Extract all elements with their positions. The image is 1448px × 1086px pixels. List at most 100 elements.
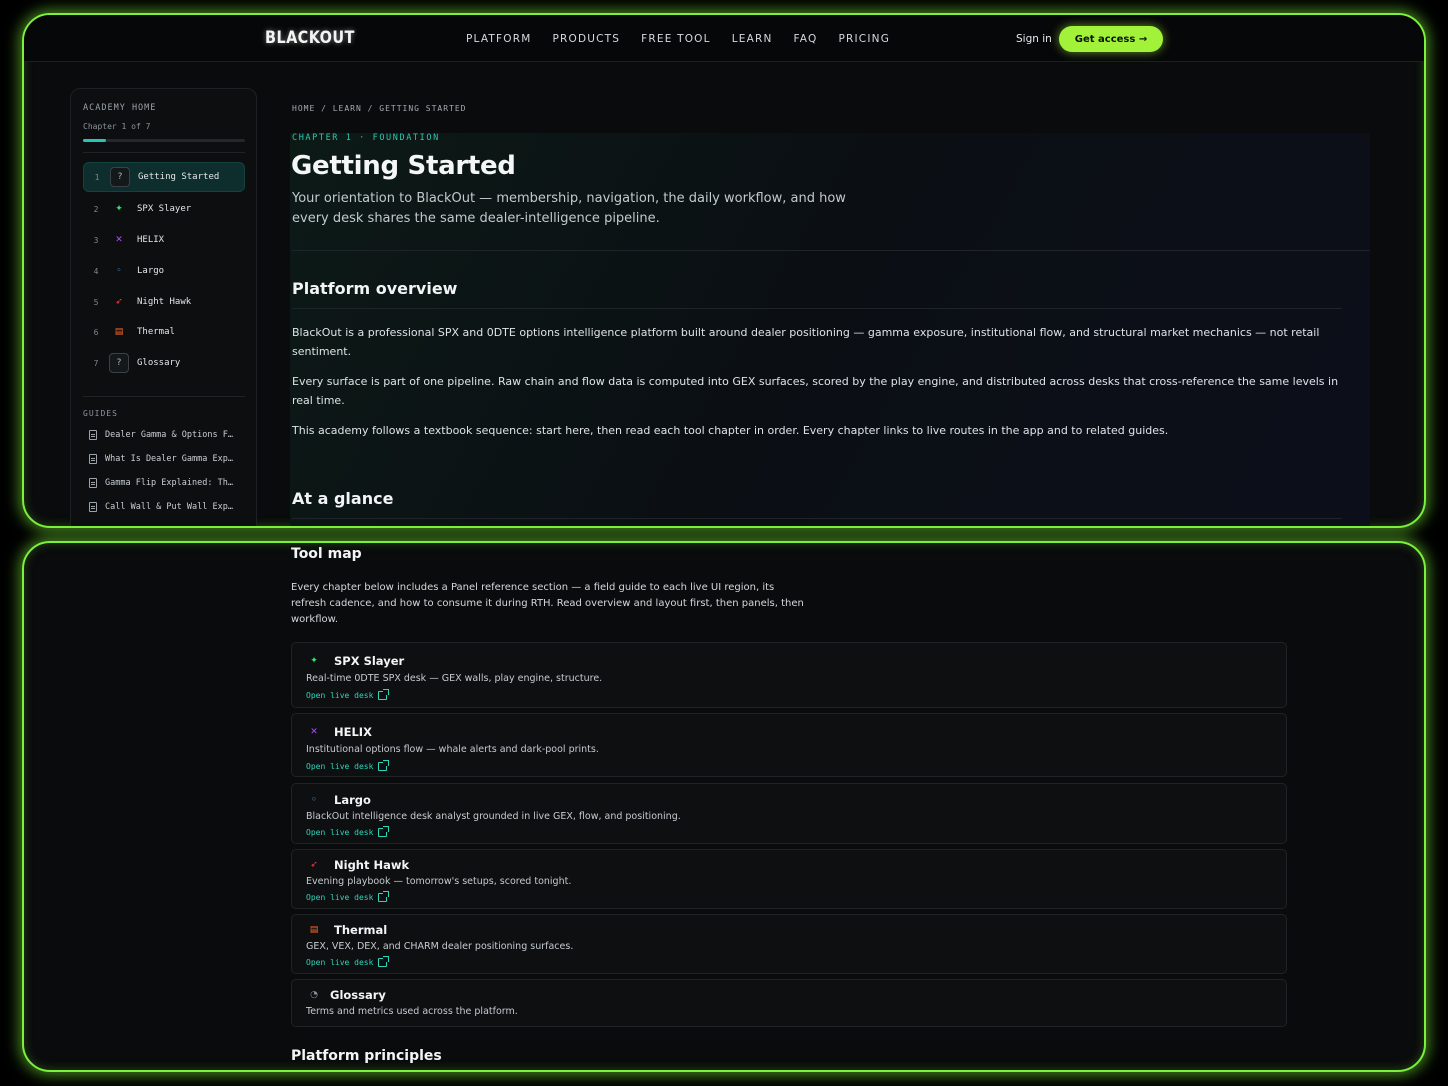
academy-sidebar: ACADEMY HOME Chapter 1 of 7 1 ? Getting … (70, 88, 257, 526)
guides-heading: GUIDES (83, 409, 118, 418)
night-hawk-icon: ➶ (310, 860, 318, 870)
guide-label: Gamma Flip Explained: Th… (105, 478, 233, 488)
tool-card-description: BlackOut intelligence desk analyst groun… (306, 811, 681, 822)
chapter-label: Getting Started (138, 172, 220, 182)
chapter-label: Largo (137, 266, 165, 276)
bottom-viewport-frame: Tool map Every chapter below includes a … (22, 541, 1426, 1072)
divider (292, 518, 1342, 519)
chapter-number: 5 (93, 297, 99, 307)
link-label: Open live desk (306, 691, 374, 700)
section-heading-tool-map: Tool map (291, 546, 362, 562)
helix-icon: ✕ (115, 235, 123, 245)
nav-platform[interactable]: PLATFORM (466, 33, 531, 45)
tool-card-spx-slayer: ✦ SPX Slayer Real-time 0DTE SPX desk — GE… (291, 642, 1287, 708)
chapter-item-largo[interactable]: 4 ◦ Largo (83, 256, 245, 286)
chapter-number: 3 (93, 235, 99, 245)
top-navigation: BLACKOUT PLATFORM PRODUCTS FREE TOOL LEA… (24, 15, 1424, 62)
chapter-label: HELIX (137, 235, 165, 245)
tool-card-title: Night Hawk (334, 858, 410, 872)
guide-link[interactable]: Call Wall & Put Wall Exp… (89, 502, 249, 512)
nav-products[interactable]: PRODUCTS (552, 33, 620, 45)
get-access-button[interactable]: Get access → (1059, 26, 1163, 52)
tool-card-helix: ✕ HELIX Institutional options flow — whal… (291, 713, 1287, 777)
spx-slayer-icon: ✦ (310, 656, 318, 666)
thermal-icon: ▤ (309, 925, 319, 935)
chapter-item-glossary[interactable]: 7 ? Glossary (83, 348, 245, 378)
tool-card-title: HELIX (334, 725, 372, 739)
tool-card-title: Largo (334, 793, 371, 807)
tool-map-intro: Every chapter below includes a Panel ref… (291, 582, 804, 625)
helix-icon: ✕ (310, 727, 318, 737)
nav-links: PLATFORM PRODUCTS FREE TOOL LEARN FAQ PR… (466, 33, 911, 45)
guide-label: Call Wall & Put Wall Exp… (105, 502, 233, 512)
document-icon (89, 430, 97, 440)
paragraph: BlackOut is a professional SPX and 0DTE … (292, 326, 1320, 358)
nav-free-tool[interactable]: FREE TOOL (641, 33, 711, 45)
tool-card-description: GEX, VEX, DEX, and CHARM dealer position… (306, 941, 574, 952)
guide-label: What Is Dealer Gamma Exp… (105, 454, 233, 464)
divider (83, 396, 245, 397)
breadcrumb[interactable]: HOME / LEARN / GETTING STARTED (292, 104, 467, 113)
open-live-desk-link[interactable]: Open live desk (306, 826, 390, 837)
document-icon (89, 478, 97, 488)
chapter-number: 1 (94, 172, 100, 182)
chapter-number: 4 (93, 266, 99, 276)
question-icon: ? (110, 167, 130, 187)
external-link-icon (378, 689, 390, 700)
tool-card-thermal: ▤ Thermal GEX, VEX, DEX, and CHARM dealer… (291, 914, 1287, 974)
divider (292, 308, 1342, 309)
external-link-icon (378, 956, 390, 967)
guide-label: Dealer Gamma & Options F… (105, 430, 233, 440)
guide-link[interactable]: Gamma Flip Explained: Th… (89, 478, 249, 488)
chapter-progress-fill (83, 139, 106, 142)
top-viewport-frame: BLACKOUT PLATFORM PRODUCTS FREE TOOL LEA… (22, 13, 1426, 528)
document-icon (89, 502, 97, 512)
nav-faq[interactable]: FAQ (794, 33, 818, 45)
tool-card-largo: ◦ Largo BlackOut intelligence desk analys… (291, 783, 1287, 844)
document-icon (89, 454, 97, 464)
chapter-item-getting-started[interactable]: 1 ? Getting Started (83, 162, 245, 192)
night-hawk-icon: ➶ (115, 297, 123, 307)
chapter-number: 2 (93, 204, 99, 214)
guide-link[interactable]: What Is Dealer Gamma Exp… (89, 454, 249, 464)
tool-card-title: Thermal (334, 923, 388, 937)
divider (292, 250, 1370, 251)
tool-card-description: Evening playbook — tomorrow's setups, sc… (306, 876, 572, 887)
chapter-item-spx-slayer[interactable]: 2 ✦ SPX Slayer (83, 194, 245, 224)
open-live-desk-link[interactable]: Open live desk (306, 689, 390, 700)
academy-home-link[interactable]: ACADEMY HOME (83, 103, 156, 113)
chapter-label: Night Hawk (137, 297, 192, 307)
brand-logo[interactable]: BLACKOUT (265, 28, 355, 48)
largo-icon: ◦ (116, 266, 122, 276)
nav-pricing[interactable]: PRICING (838, 33, 890, 45)
spx-slayer-icon: ✦ (115, 204, 123, 214)
open-live-desk-link[interactable]: Open live desk (306, 956, 390, 967)
external-link-icon (378, 826, 390, 837)
section-heading-glance: At a glance (292, 489, 394, 508)
paragraph: This academy follows a textbook sequence… (292, 424, 1169, 437)
chapter-item-night-hawk[interactable]: 5 ➶ Night Hawk (83, 287, 245, 317)
chapter-label: Glossary (137, 358, 181, 368)
link-label: Open live desk (306, 893, 374, 902)
chapter-number: 6 (93, 327, 99, 337)
external-link-icon (378, 891, 390, 902)
page-lede: Your orientation to BlackOut — membershi… (292, 191, 846, 226)
chapter-item-helix[interactable]: 3 ✕ HELIX (83, 225, 245, 255)
sign-in-link[interactable]: Sign in (1016, 33, 1052, 45)
divider (83, 152, 245, 153)
external-link-icon (378, 760, 390, 771)
chapter-label: Thermal (137, 327, 175, 337)
link-label: Open live desk (306, 762, 374, 771)
tool-card-title: SPX Slayer (334, 654, 405, 668)
chapter-label: SPX Slayer (137, 204, 192, 214)
guide-link[interactable]: Dealer Gamma & Options F… (89, 430, 249, 440)
chapter-item-thermal[interactable]: 6 ▤ Thermal (83, 317, 245, 347)
link-label: Open live desk (306, 828, 374, 837)
section-heading-overview: Platform overview (292, 279, 458, 298)
glossary-icon: ◔ (310, 990, 318, 1000)
chapter-eyebrow: CHAPTER 1 · FOUNDATION (292, 133, 440, 143)
open-live-desk-link[interactable]: Open live desk (306, 760, 390, 771)
open-live-desk-link[interactable]: Open live desk (306, 891, 390, 902)
largo-icon: ◦ (311, 795, 317, 805)
nav-learn[interactable]: LEARN (732, 33, 773, 45)
